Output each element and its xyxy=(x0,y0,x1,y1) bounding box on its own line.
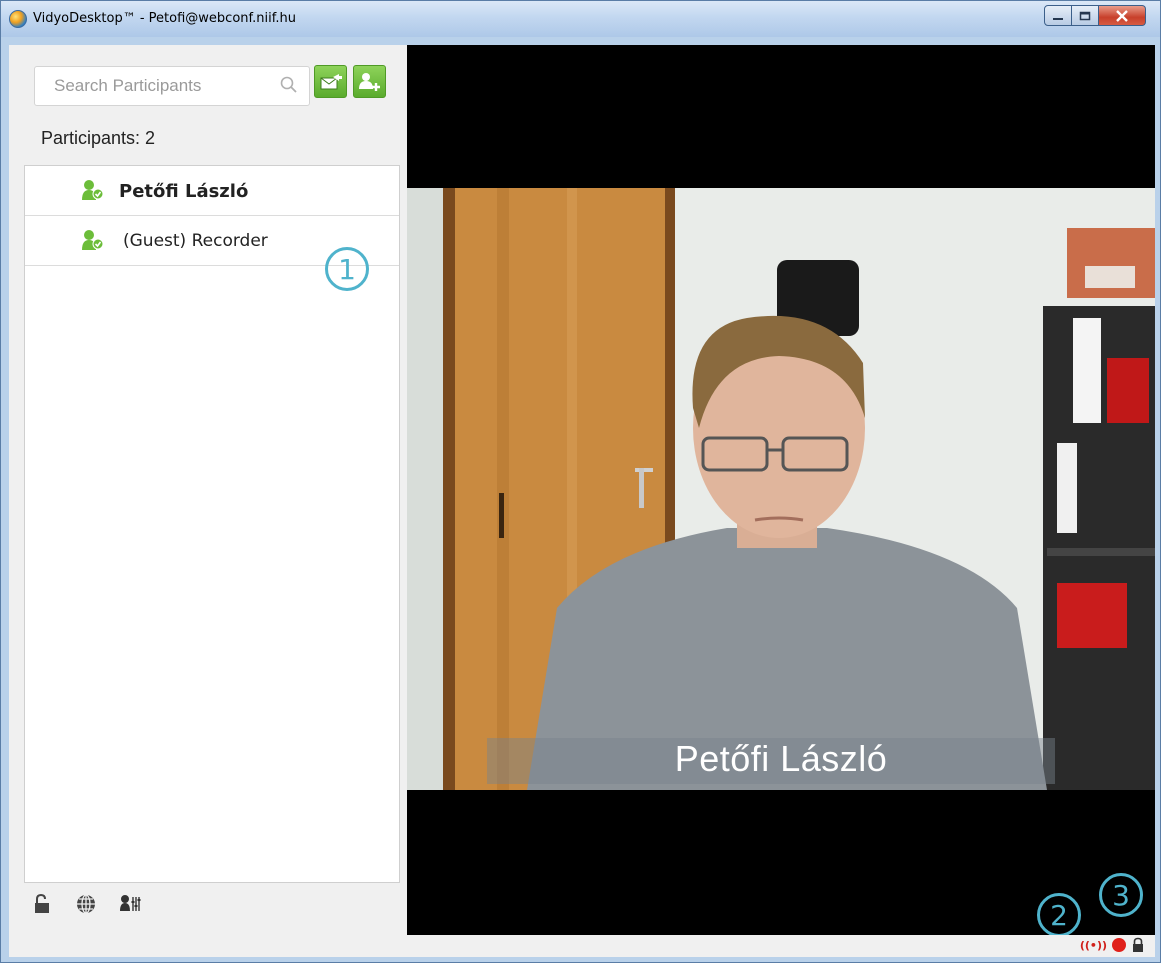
title-bar[interactable]: VidyoDesktop™ - Petofi@webconf.niif.hu xyxy=(1,1,1160,37)
add-user-icon xyxy=(358,72,380,91)
maximize-icon xyxy=(1079,11,1091,20)
participant-name: Petőfi László xyxy=(119,181,249,202)
callout-2: 2 xyxy=(1037,893,1081,935)
callout-3: 3 xyxy=(1099,873,1143,917)
window-title: VidyoDesktop™ - Petofi@webconf.niif.hu xyxy=(33,11,296,26)
add-user-button[interactable] xyxy=(353,65,386,98)
lock-icon[interactable] xyxy=(1131,937,1145,953)
participant-icon xyxy=(82,180,104,200)
video-name-overlay: Petőfi László xyxy=(674,738,888,779)
participants-count: Participants: 2 xyxy=(41,128,156,148)
close-icon xyxy=(1116,9,1128,22)
app-window: VidyoDesktop™ - Petofi@webconf.niif.hu S… xyxy=(0,0,1161,963)
invite-envelope-icon xyxy=(320,73,342,89)
recording-dot-icon[interactable] xyxy=(1112,938,1126,952)
search-box xyxy=(34,66,310,106)
speaker-settings-button[interactable] xyxy=(119,893,141,915)
search-input[interactable] xyxy=(35,67,275,105)
window-controls xyxy=(1044,5,1146,27)
broadcast-icon[interactable]: ((•)) xyxy=(1080,939,1107,952)
unlock-button[interactable] xyxy=(31,893,53,915)
participant-video-feed: Petőfi László xyxy=(407,188,1155,790)
minimize-button[interactable] xyxy=(1044,5,1072,26)
participants-sidebar: Participants: 2 Petőfi László xyxy=(9,45,407,935)
search-icon[interactable] xyxy=(279,75,299,95)
invite-button[interactable] xyxy=(314,65,347,98)
globe-icon xyxy=(77,894,95,914)
unlocked-padlock-icon xyxy=(35,893,49,913)
globe-button[interactable] xyxy=(75,893,97,915)
speaker-settings-icon xyxy=(120,895,141,911)
minimize-icon xyxy=(1053,17,1063,20)
video-frame-image xyxy=(407,188,1155,790)
sidebar-footer xyxy=(31,891,141,917)
maximize-button[interactable] xyxy=(1072,5,1099,26)
participant-name: (Guest) Recorder xyxy=(123,231,268,251)
video-area[interactable]: Petőfi László 2 3 xyxy=(407,45,1155,935)
participant-icon xyxy=(82,230,104,250)
status-bar: ((•)) xyxy=(9,935,1155,957)
close-button[interactable] xyxy=(1099,5,1146,26)
client-area: Participants: 2 Petőfi László xyxy=(9,45,1155,957)
vidyo-app-icon[interactable] xyxy=(9,10,27,28)
status-icons: ((•)) xyxy=(1080,937,1145,953)
participant-row[interactable]: Petőfi László xyxy=(25,166,399,216)
callout-1: 1 xyxy=(325,247,369,291)
